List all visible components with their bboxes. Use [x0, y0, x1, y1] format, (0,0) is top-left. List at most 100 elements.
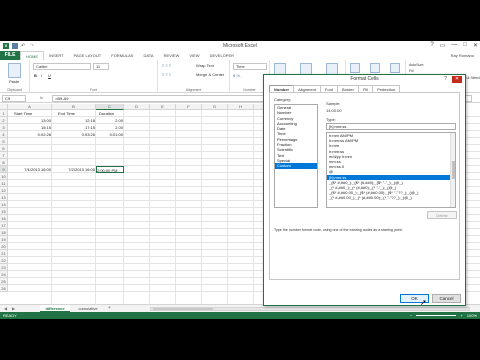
category-item-custom[interactable]: Custom [275, 163, 317, 169]
cancel-button[interactable]: Cancel [432, 294, 461, 303]
cell-a9[interactable]: 7/1/2013 16:00 [8, 166, 52, 173]
column-header-f[interactable]: F [176, 104, 202, 110]
italic-button[interactable]: I [41, 73, 42, 79]
scrollbar-thumb[interactable] [153, 308, 213, 310]
column-header-g[interactable]: G [202, 104, 228, 110]
maximize-icon[interactable]: □ [463, 42, 467, 49]
zoom-out-icon[interactable]: − [410, 312, 412, 319]
sheet-prev-icon[interactable]: ◀ [4, 306, 7, 311]
type-list-scrollbar[interactable] [450, 133, 455, 207]
sheet-next-icon[interactable]: ▶ [12, 306, 15, 311]
row-header-22[interactable]: 22 [0, 257, 8, 264]
delete-format-button[interactable]: Delete [427, 211, 457, 219]
cell-b3[interactable]: 17:15 [52, 124, 96, 131]
row-header-1[interactable]: 1 [0, 110, 8, 117]
row-header-13[interactable]: 13 [0, 194, 8, 201]
format-cells-icon[interactable] [390, 63, 400, 73]
tab-review[interactable]: REVIEW [159, 51, 185, 60]
dialog-tab-alignment[interactable]: Alignment [293, 85, 321, 92]
delete-cells-icon[interactable] [370, 63, 380, 73]
type-list-scroll-thumb[interactable] [452, 161, 455, 179]
row-header-3[interactable]: 3 [0, 124, 8, 131]
cell-c3[interactable]: 2.00 [96, 124, 124, 131]
type-input[interactable]: [h]:mm:ss [326, 123, 456, 130]
column-header-e[interactable]: E [150, 104, 176, 110]
currency-icon[interactable]: $ % , [233, 73, 242, 79]
row-header-9[interactable]: 9 [0, 166, 8, 173]
zoom-in-icon[interactable]: + [460, 312, 462, 319]
paste-icon[interactable] [8, 63, 21, 78]
tab-insert[interactable]: INSERT [44, 51, 69, 60]
horizontal-scrollbar[interactable] [150, 307, 470, 311]
column-header-d[interactable]: D [124, 104, 150, 110]
tab-page-layout[interactable]: PAGE LAYOUT [69, 51, 107, 60]
row-header-5[interactable]: 5 [0, 138, 8, 145]
tab-view[interactable]: VIEW [184, 51, 204, 60]
dialog-tab-fill[interactable]: Fill [357, 85, 374, 92]
zoom-level[interactable]: 100% [467, 312, 477, 319]
dialog-tab-font[interactable]: Font [319, 85, 338, 92]
cell-c1[interactable]: Duration [96, 110, 124, 117]
sheet-tab-cumulative[interactable]: cumulative [72, 305, 104, 312]
dialog-help-icon[interactable]: ? [444, 76, 447, 82]
dialog-tab-border[interactable]: Border [336, 85, 359, 92]
bold-button[interactable]: B [34, 73, 37, 79]
row-header-8[interactable]: 8 [0, 159, 8, 166]
row-header-19[interactable]: 19 [0, 236, 8, 243]
row-header-15[interactable]: 15 [0, 208, 8, 215]
zoom-slider[interactable] [416, 315, 457, 316]
row-header-4[interactable]: 4 [0, 131, 8, 138]
row-header-7[interactable]: 7 [0, 152, 8, 159]
dialog-tab-protection[interactable]: Protection [372, 85, 401, 92]
row-header-10[interactable]: 10 [0, 173, 8, 180]
row-header-16[interactable]: 16 [0, 215, 8, 222]
row-header-24[interactable]: 24 [0, 271, 8, 278]
fx-icon[interactable]: fx [40, 95, 43, 100]
sheet-tab-difference[interactable]: difference [40, 305, 70, 312]
cell-a3[interactable]: 15:15 [8, 124, 52, 131]
column-header-h[interactable]: H [228, 104, 254, 110]
cell-b9[interactable]: 7/2/2013 16:00 [52, 166, 96, 173]
row-header-20[interactable]: 20 [0, 243, 8, 250]
font-size-box[interactable]: 11 [93, 63, 109, 70]
cell-a2[interactable]: 13:00 [8, 117, 52, 124]
underline-button[interactable]: U [48, 73, 51, 79]
number-format-box[interactable]: Time [233, 63, 267, 70]
minimize-icon[interactable]: — [451, 42, 457, 49]
tab-formulas[interactable]: FORMULAS [106, 51, 138, 60]
tab-developer[interactable]: DEVELOPER [205, 51, 239, 60]
user-name[interactable]: Ray Romano [451, 53, 474, 58]
close-icon[interactable]: ✕ [473, 42, 478, 49]
align-left-icon[interactable]: ≡ ≡ ≡ [162, 72, 171, 78]
help-icon[interactable]: ? [430, 42, 433, 49]
ribbon-display-icon[interactable]: ▭ [440, 42, 446, 49]
tab-data[interactable]: DATA [138, 51, 158, 60]
type-list-item[interactable]: _(* #,##0.00_);_(* (#,##0.00);_(* "-"??_… [327, 195, 455, 200]
tab-file[interactable]: FILE [0, 51, 20, 60]
dialog-close-icon[interactable]: ✕ [452, 76, 462, 83]
row-header-11[interactable]: 11 [0, 180, 8, 187]
insert-cells-icon[interactable] [350, 63, 360, 73]
cell-b1[interactable]: End Time [52, 110, 96, 117]
row-header-23[interactable]: 23 [0, 264, 8, 271]
wrap-text-button[interactable]: Wrap Text [196, 63, 214, 69]
row-header-26[interactable]: 26 [0, 285, 8, 292]
paste-button[interactable]: Paste [9, 79, 19, 85]
row-header-25[interactable]: 25 [0, 278, 8, 285]
add-sheet-button[interactable]: + [108, 305, 111, 311]
cell-a1[interactable]: Start Time [8, 110, 52, 117]
row-header-18[interactable]: 18 [0, 229, 8, 236]
row-header-12[interactable]: 12 [0, 187, 8, 194]
font-name-box[interactable]: Calibri [33, 63, 91, 70]
row-header-2[interactable]: 2 [0, 117, 8, 124]
row-header-14[interactable]: 14 [0, 201, 8, 208]
row-header-6[interactable]: 6 [0, 145, 8, 152]
cell-c9[interactable]: 2:00:00 PM [96, 166, 124, 173]
name-box[interactable]: C9 [2, 95, 26, 102]
cell-b2[interactable]: 12:18 [52, 117, 96, 124]
row-header-17[interactable]: 17 [0, 222, 8, 229]
merge-center-button[interactable]: Merge & Center [196, 72, 224, 78]
cell-a4[interactable]: 0:02:28 [8, 131, 52, 138]
cell-c4[interactable]: 0:01:00 [96, 131, 124, 138]
align-top-icon[interactable]: ≡ ≡ ≡ [162, 63, 171, 69]
